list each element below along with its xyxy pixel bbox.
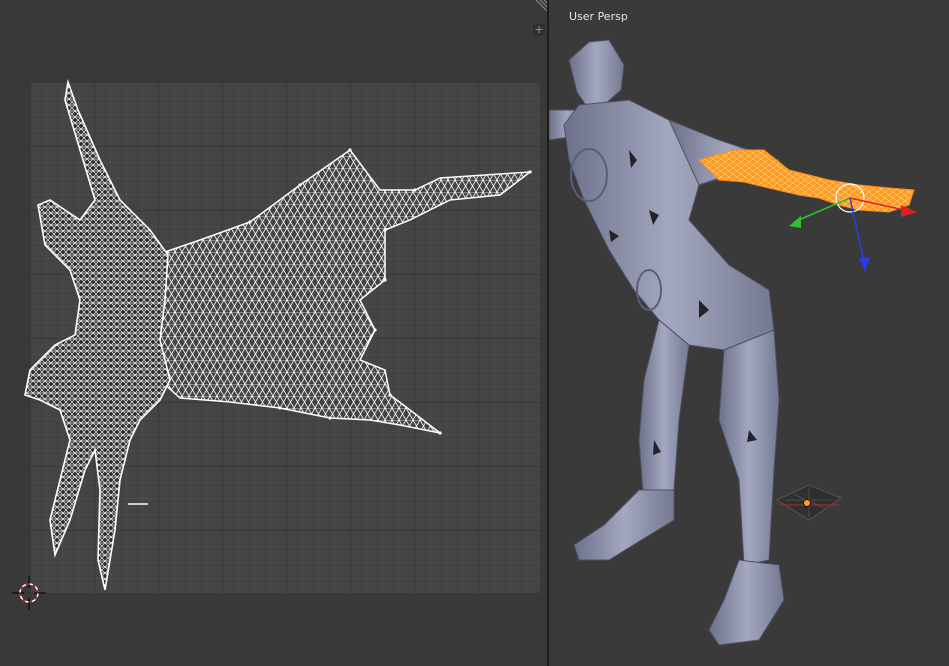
area-action-button[interactable]: + — [533, 24, 545, 36]
lamp-icon — [775, 484, 843, 521]
selected-hand-mesh — [698, 149, 915, 213]
2d-cursor-icon[interactable] — [12, 576, 46, 610]
view-label: User Persp — [569, 10, 628, 23]
scene-render[interactable] — [549, 0, 949, 666]
character-mesh — [549, 39, 785, 646]
split-corner-icon[interactable] — [536, 0, 547, 12]
uv-island-wireframe[interactable] — [0, 0, 547, 666]
uv-sleeve-island — [154, 148, 533, 434]
uv-image-editor[interactable]: + + — [0, 0, 547, 666]
3d-viewport[interactable]: User Persp — [549, 0, 949, 666]
uv-hand-island — [24, 78, 171, 591]
